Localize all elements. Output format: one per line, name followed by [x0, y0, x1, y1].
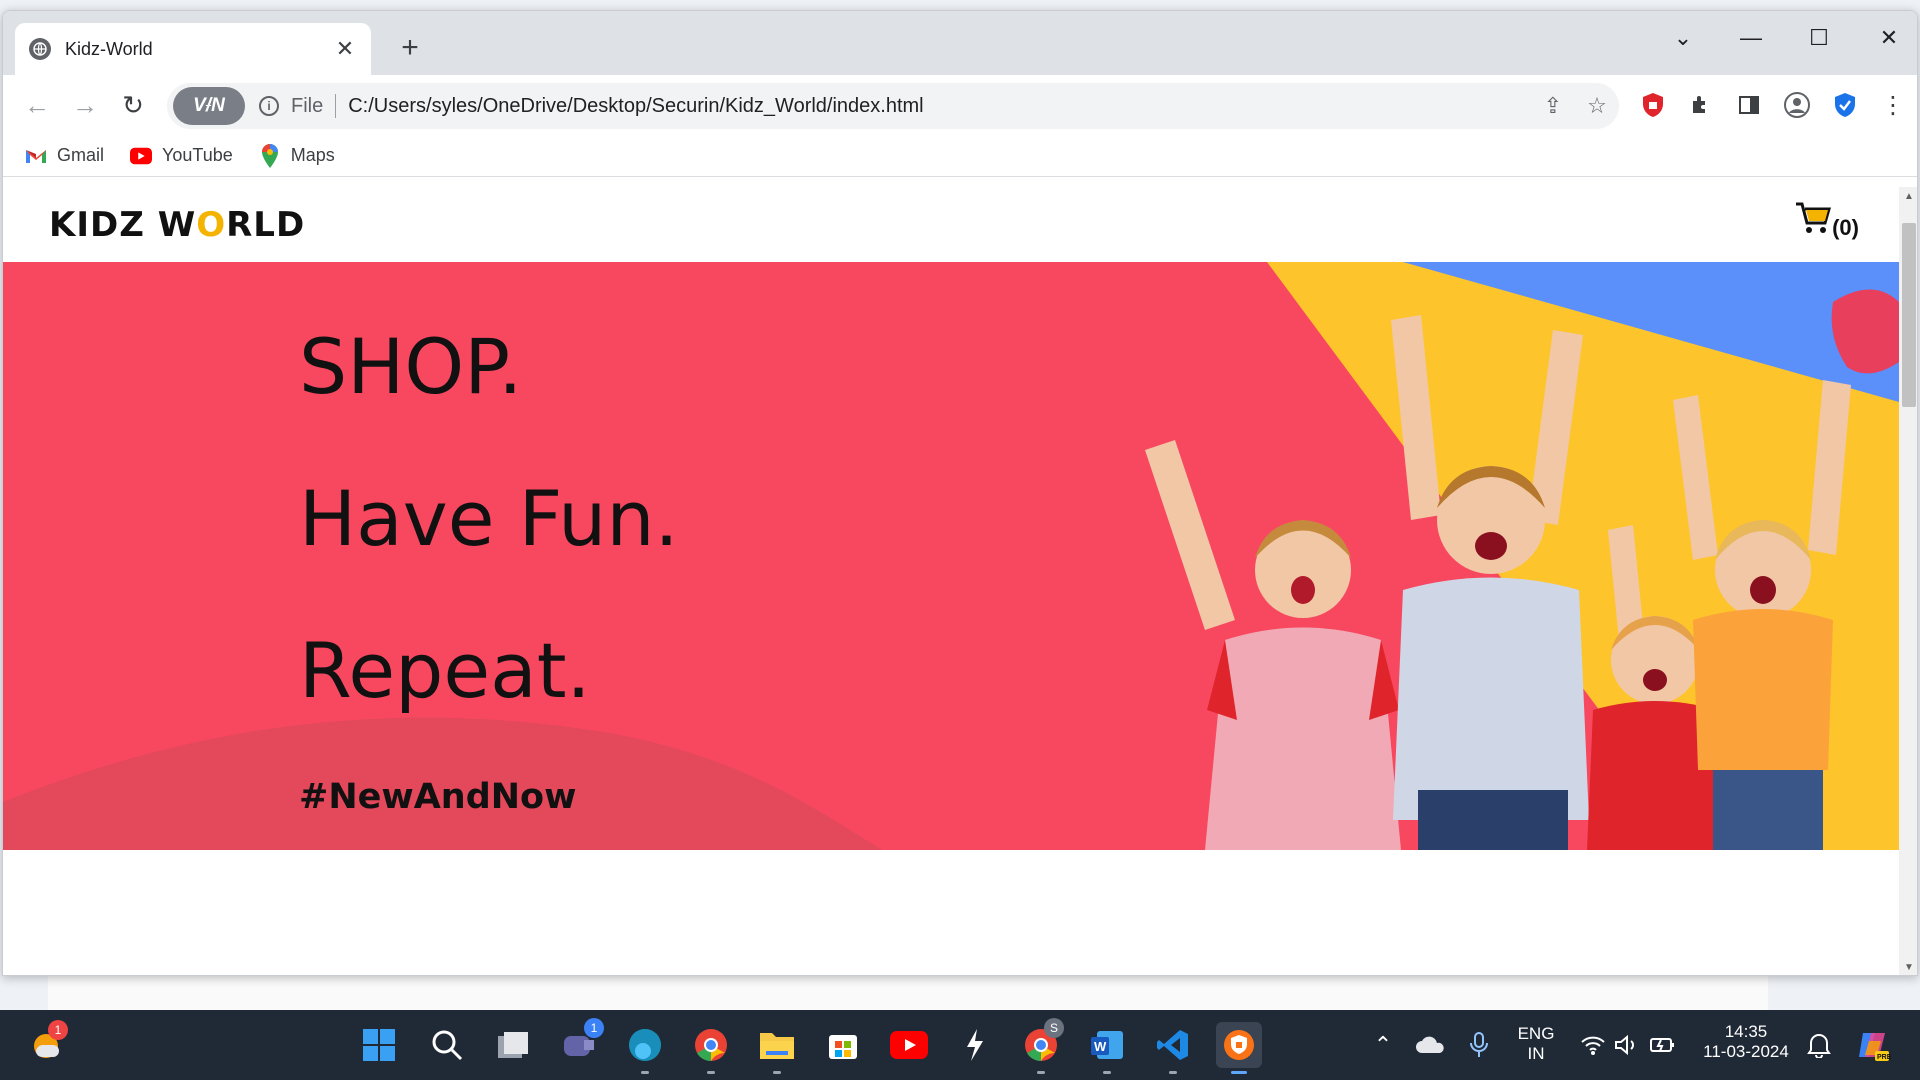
file-explorer-icon[interactable]: [754, 1022, 800, 1074]
notifications-bell-icon[interactable]: [1796, 1022, 1842, 1068]
maximize-button[interactable]: ☐: [1799, 25, 1839, 51]
vpn-app-icon[interactable]: [1216, 1022, 1262, 1074]
youtube-app-icon[interactable]: [886, 1022, 932, 1068]
background-window: [48, 972, 1768, 1012]
running-indicator: [707, 1071, 715, 1074]
running-indicator: [641, 1071, 649, 1074]
microphone-icon[interactable]: [1456, 1022, 1502, 1068]
close-window-button[interactable]: ✕: [1869, 25, 1909, 51]
bookmark-label: Maps: [290, 145, 335, 165]
profile-avatar-icon[interactable]: [1781, 89, 1813, 121]
start-windows-icon[interactable]: [356, 1022, 402, 1068]
url-divider: [335, 94, 337, 118]
share-icon[interactable]: ⇪: [1531, 93, 1575, 119]
active-indicator: [1231, 1071, 1247, 1074]
tab-title: Kidz-World: [65, 38, 153, 59]
language-code: ENG: [1517, 1024, 1555, 1043]
bookmark-label: YouTube: [162, 145, 233, 165]
clock[interactable]: 14:35 11-03-2024: [1696, 1022, 1796, 1062]
new-tab-button[interactable]: +: [393, 33, 427, 63]
teams-badge: 1: [584, 1018, 604, 1038]
bookmark-maps[interactable]: Maps: [259, 143, 335, 168]
globe-icon: [29, 38, 51, 60]
tab-strip: Kidz-World ✕ + ⌄ — ☐ ✕: [3, 11, 1917, 75]
back-button[interactable]: ←: [21, 89, 53, 121]
clock-time: 14:35: [1724, 1022, 1768, 1041]
page-viewport: KIDZ WORLD (0) SHOP. Have Fun. Repeat. #…: [3, 187, 1899, 975]
reload-button[interactable]: ↻: [117, 89, 149, 121]
children-photo: [1145, 315, 1851, 850]
browser-toolbar: ← → ↻ V / N i File C:/Users/syles/OneDrive…: [3, 75, 1917, 135]
hero-hashtag: #NewAndNow: [299, 777, 577, 817]
region-code: IN: [1527, 1044, 1545, 1063]
copilot-icon[interactable]: PRE: [1850, 1022, 1896, 1068]
weather-badge: 1: [48, 1020, 68, 1040]
hero-banner: SHOP. Have Fun. Repeat. #NewAndNow: [3, 262, 1899, 850]
clock-date: 11-03-2024: [1703, 1042, 1789, 1061]
bookmark-youtube[interactable]: YouTube: [130, 145, 233, 166]
running-indicator: [1103, 1071, 1111, 1074]
gmail-icon: [25, 147, 47, 165]
chrome-icon[interactable]: [688, 1022, 734, 1074]
hero-line-shop: SHOP.: [299, 322, 523, 411]
running-indicator: [1169, 1071, 1177, 1074]
youtube-icon: [130, 147, 153, 165]
extensions-puzzle-icon[interactable]: [1685, 89, 1717, 121]
bookmarks-bar: Gmail YouTube Maps: [3, 135, 1917, 177]
scrollbar-thumb[interactable]: [1902, 223, 1916, 407]
chrome-profile-badge: S: [1044, 1018, 1064, 1038]
task-view-icon[interactable]: [490, 1022, 536, 1068]
minimize-button[interactable]: —: [1731, 25, 1771, 51]
vscode-icon[interactable]: [1150, 1022, 1196, 1074]
site-info-icon[interactable]: i: [259, 96, 279, 116]
shopping-cart-icon: [1794, 201, 1832, 241]
weather-widget-icon[interactable]: 1: [24, 1020, 70, 1068]
windows-taskbar: 1 1 S W ⌃ ENG IN 14:35 11-03-2024 PRE: [0, 1010, 1920, 1080]
side-panel-icon[interactable]: [1733, 89, 1765, 121]
language-indicator[interactable]: ENG IN: [1508, 1024, 1564, 1064]
svg-text:W: W: [1094, 1039, 1107, 1054]
teams-icon[interactable]: 1: [556, 1018, 604, 1068]
site-logo[interactable]: KIDZ WORLD: [49, 205, 305, 245]
scroll-down-arrow-icon[interactable]: ▼: [1899, 962, 1917, 973]
running-indicator: [773, 1071, 781, 1074]
forward-button[interactable]: →: [69, 89, 101, 121]
search-icon[interactable]: [424, 1022, 470, 1068]
adblock-extension-icon[interactable]: [1637, 89, 1669, 121]
scroll-up-arrow-icon[interactable]: ▲: [1899, 191, 1917, 202]
maps-icon: [259, 143, 281, 168]
chrome-profile-icon[interactable]: S: [1018, 1018, 1064, 1074]
edge-browser-icon[interactable]: [622, 1022, 668, 1074]
tab-search-chevron-icon[interactable]: ⌄: [1663, 25, 1703, 51]
svg-text:PRE: PRE: [1877, 1054, 1891, 1061]
site-header: KIDZ WORLD (0): [3, 187, 1899, 262]
battery-icon[interactable]: [1640, 1022, 1686, 1068]
address-bar[interactable]: V / N i File C:/Users/syles/OneDrive/Deskt…: [167, 83, 1619, 129]
tab-kidz-world[interactable]: Kidz-World ✕: [15, 23, 371, 75]
microsoft-store-icon[interactable]: [820, 1022, 866, 1068]
bookmark-gmail[interactable]: Gmail: [25, 145, 104, 166]
lightning-app-icon[interactable]: [952, 1022, 998, 1068]
logo-text-end: RLD: [226, 205, 306, 245]
hero-line-have-fun: Have Fun.: [299, 474, 679, 563]
word-icon[interactable]: W: [1084, 1022, 1130, 1074]
url-scheme-label: File: [291, 94, 324, 117]
url-text[interactable]: C:/Users/syles/OneDrive/Desktop/Securin/…: [348, 95, 1531, 118]
hero-line-repeat: Repeat.: [299, 626, 591, 715]
browser-menu-icon[interactable]: ⋮: [1877, 89, 1909, 121]
close-tab-icon[interactable]: ✕: [333, 36, 357, 62]
cart-button[interactable]: (0): [1794, 201, 1859, 241]
shield-extension-icon[interactable]: [1829, 89, 1861, 121]
onedrive-icon[interactable]: [1408, 1022, 1454, 1068]
show-hidden-icons-chevron-icon[interactable]: ⌃: [1360, 1022, 1406, 1068]
logo-accent-o: O: [196, 205, 227, 245]
cart-count: (0): [1832, 215, 1859, 240]
running-indicator: [1037, 1071, 1045, 1074]
vpn-badge[interactable]: V / N: [173, 87, 245, 125]
browser-window: Kidz-World ✕ + ⌄ — ☐ ✕ ← → ↻ V / N i File …: [2, 10, 1918, 976]
page-scrollbar[interactable]: ▲ ▼: [1899, 187, 1917, 975]
bookmark-label: Gmail: [57, 145, 105, 165]
logo-text-start: KIDZ W: [49, 205, 197, 245]
bookmark-star-icon[interactable]: ☆: [1575, 93, 1619, 119]
